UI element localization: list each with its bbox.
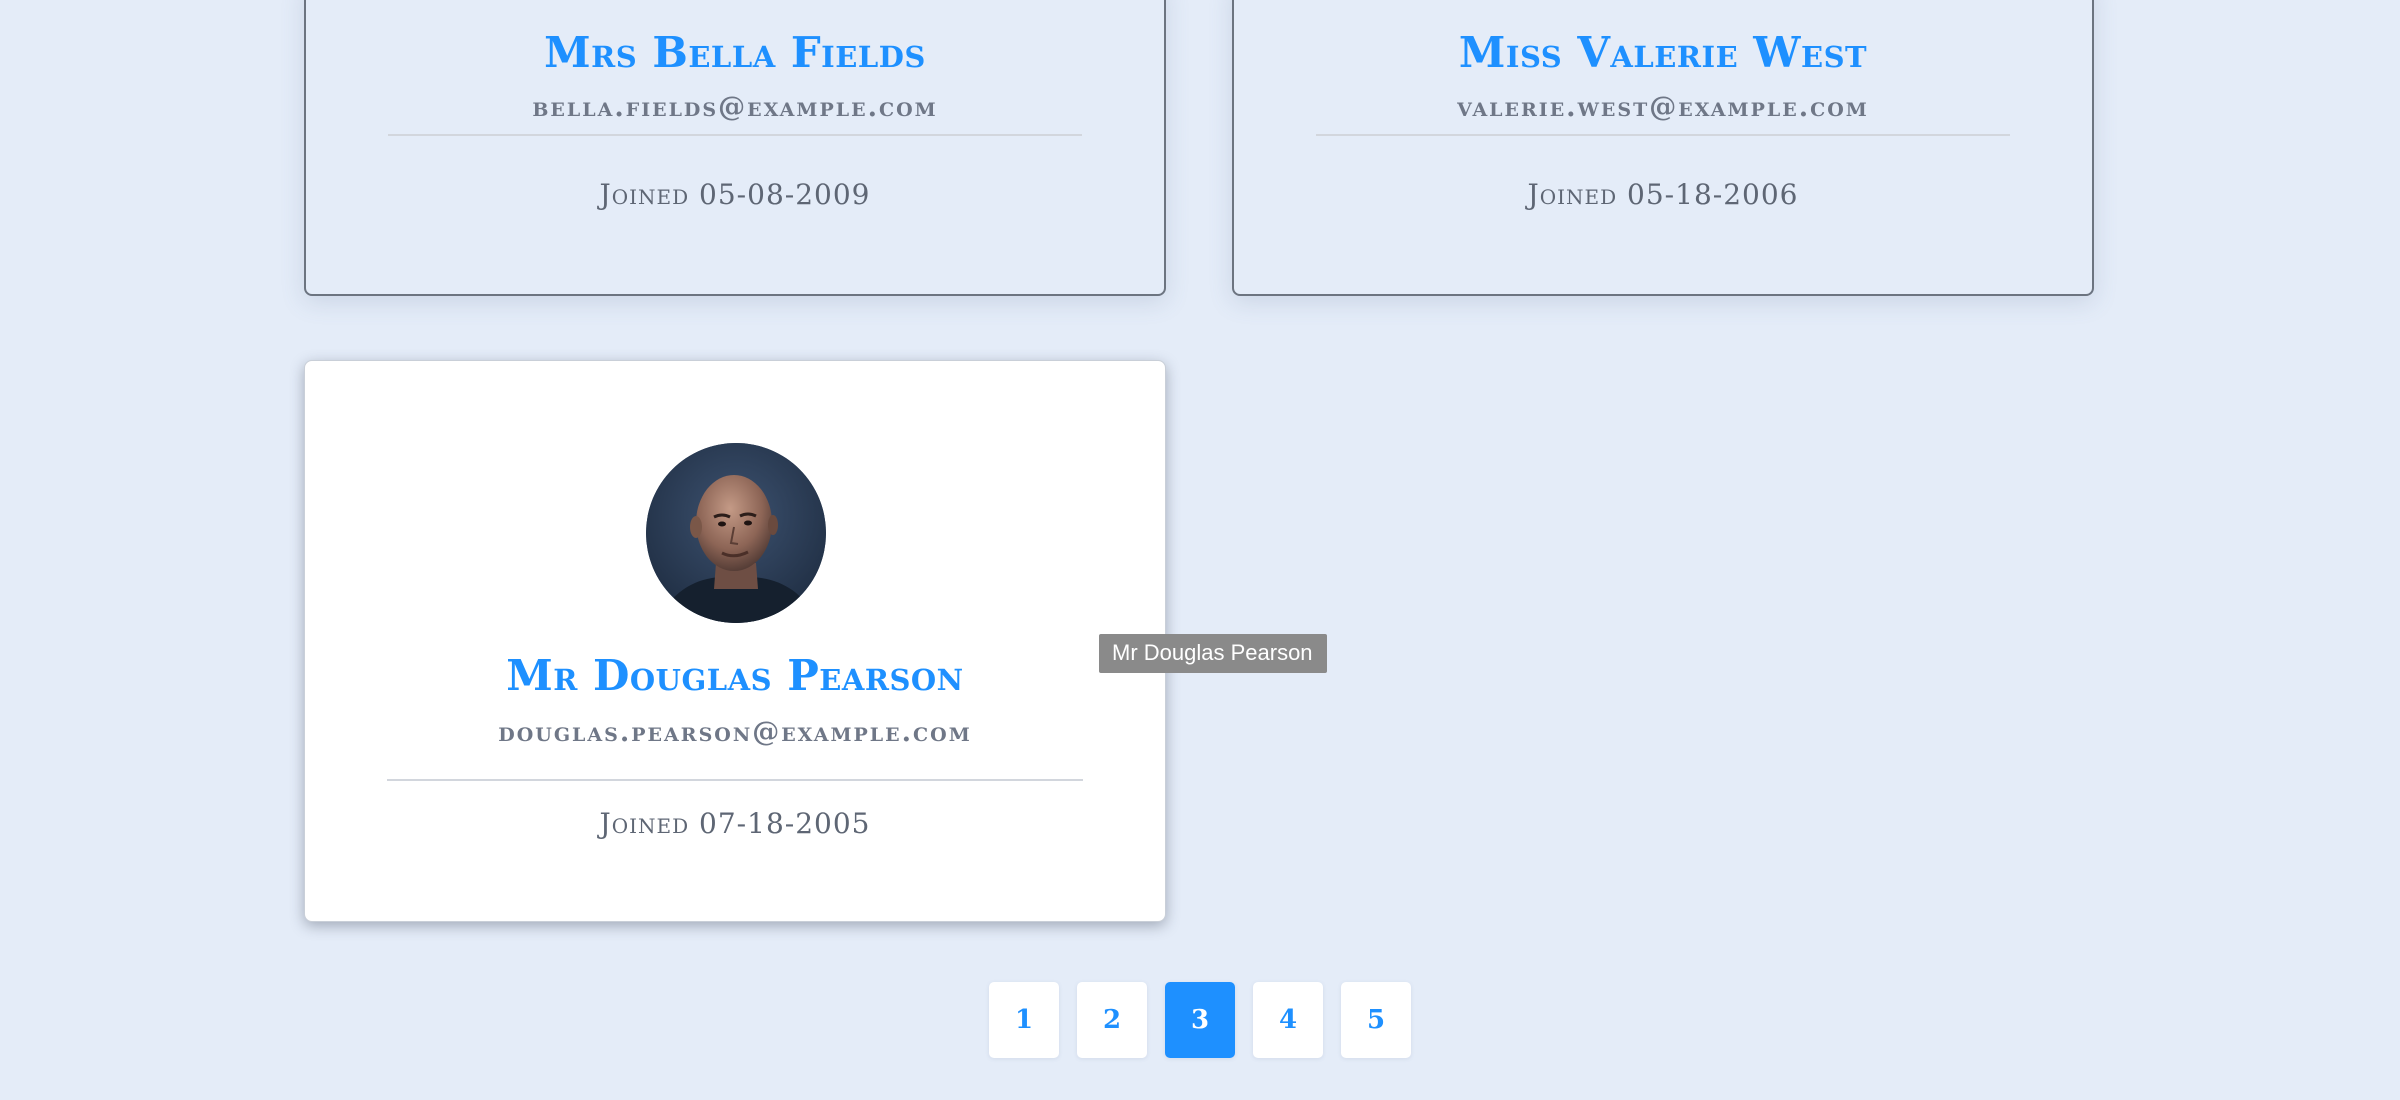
- pagination: 1 2 3 4 5: [989, 982, 1411, 1058]
- page-button-1[interactable]: 1: [989, 982, 1059, 1058]
- page-button-3-current[interactable]: 3: [1165, 982, 1235, 1058]
- card-divider: [388, 134, 1082, 136]
- joined-date: Joined 05-08-2009: [599, 178, 871, 211]
- user-card-hovered[interactable]: Mr Douglas Pearson douglas.pearson@examp…: [304, 360, 1166, 922]
- card-divider: [387, 779, 1083, 781]
- joined-date: Joined 07-18-2005: [599, 807, 871, 840]
- page-button-4[interactable]: 4: [1253, 982, 1323, 1058]
- user-directory-page: Mrs Bella Fields bella.fields@example.co…: [0, 0, 2400, 1100]
- user-email: douglas.pearson@example.com: [498, 717, 972, 748]
- user-email: valerie.west@example.com: [1457, 92, 1869, 123]
- avatar: [646, 443, 826, 623]
- page-button-5[interactable]: 5: [1341, 982, 1411, 1058]
- page-button-2[interactable]: 2: [1077, 982, 1147, 1058]
- card-divider: [1316, 134, 2010, 136]
- joined-date: Joined 05-18-2006: [1527, 178, 1799, 211]
- user-name: Mr Douglas Pearson: [506, 651, 964, 700]
- user-name: Miss Valerie West: [1458, 28, 1868, 77]
- avatar-photo: [646, 443, 826, 623]
- name-tooltip: Mr Douglas Pearson: [1099, 634, 1327, 673]
- user-email: bella.fields@example.com: [532, 92, 938, 123]
- user-name: Mrs Bella Fields: [544, 28, 926, 77]
- user-card[interactable]: Miss Valerie West valerie.west@example.c…: [1232, 0, 2094, 296]
- user-card[interactable]: Mrs Bella Fields bella.fields@example.co…: [304, 0, 1166, 296]
